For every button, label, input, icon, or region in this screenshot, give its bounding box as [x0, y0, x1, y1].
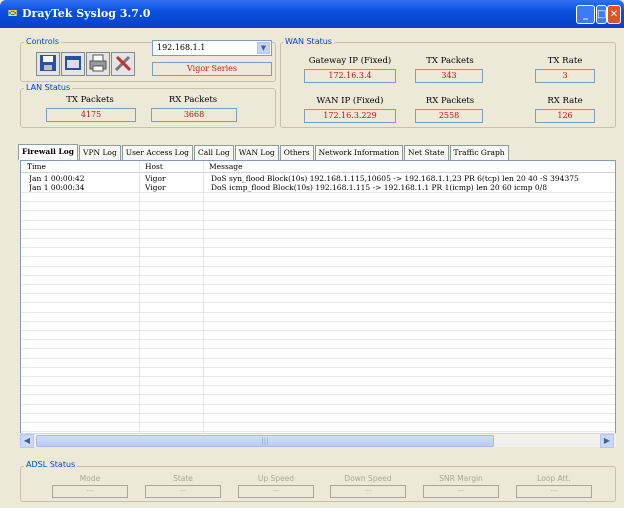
folder-icon[interactable]	[61, 52, 85, 76]
grid-line	[21, 357, 615, 359]
adsl-snr-margin-label: SNR Margin	[439, 474, 483, 483]
grid-line	[21, 201, 615, 203]
rx-rate-value: 126	[535, 109, 595, 123]
adsl-loop-att-label: Loop Att.	[537, 474, 571, 483]
lan-rx-packets-label: RX Packets	[168, 95, 218, 105]
column-header-time[interactable]: Time	[21, 161, 139, 173]
adsl-state-label: State	[173, 474, 193, 483]
scrollbar-thumb[interactable]: |||	[36, 435, 494, 447]
grid-line	[21, 219, 615, 221]
grid-line	[21, 238, 615, 239]
grid-line	[21, 376, 615, 377]
tab-vpn-log[interactable]: VPN Log	[79, 145, 121, 160]
printer-icon[interactable]	[86, 52, 110, 76]
row-2-host: Vigor	[145, 183, 166, 192]
gateway-ip-value: 172.16.3.4	[304, 69, 396, 83]
wan-status-label: WAN Status	[283, 37, 334, 47]
grid-line	[21, 320, 615, 322]
row-1-message: DoS syn_flood Block(10s) 192.168.1.115,1…	[211, 174, 579, 183]
grid-line	[21, 293, 615, 295]
lan-rx-packets-value: 3668	[151, 108, 237, 122]
adsl-mode-value: ---	[52, 485, 128, 498]
adsl-loop-att-value: ---	[516, 485, 592, 498]
scroll-right-icon[interactable]: ▶	[600, 434, 614, 448]
router-select-value: 192.168.1.1	[157, 43, 206, 52]
log-table[interactable]: Time Host Message Jan 1 00:00:42 Vigor D…	[20, 160, 616, 447]
wan-tx-packets-value: 343	[415, 69, 483, 83]
grid-line	[21, 403, 615, 405]
wan-ip-label: WAN IP (Fixed)	[316, 96, 384, 106]
wan-rx-packets-label: RX Packets	[425, 96, 475, 106]
router-select[interactable]: 192.168.1.1 ▼	[152, 40, 272, 56]
adsl-down-speed-label: Down Speed	[344, 474, 392, 483]
grid-line	[21, 394, 615, 396]
adsl-down-speed-value: ---	[330, 485, 406, 498]
adsl-status-label: ADSL Status	[24, 460, 78, 470]
grid-line	[21, 330, 615, 331]
scroll-left-icon[interactable]: ◀	[20, 434, 34, 448]
horizontal-scrollbar[interactable]: ◀ ||| ▶	[20, 433, 616, 448]
controls-label: Controls	[24, 37, 62, 47]
lan-tx-packets-value: 4175	[46, 108, 136, 122]
tab-wan-log[interactable]: WAN Log	[234, 145, 279, 160]
lan-status-label: LAN Status	[24, 83, 73, 93]
rx-rate-label: RX Rate	[547, 96, 583, 106]
column-header-host[interactable]: Host	[139, 161, 203, 173]
tx-rate-label: TX Rate	[547, 56, 583, 66]
grid-line	[21, 302, 615, 304]
save-icon[interactable]	[36, 52, 60, 76]
wan-rx-packets-value: 2558	[415, 109, 483, 123]
close-button[interactable]: ✕	[607, 5, 621, 24]
adsl-up-speed-value: ---	[238, 485, 314, 498]
grid-line	[21, 412, 615, 414]
grid-line	[21, 247, 615, 249]
adsl-state-value: ---	[145, 485, 221, 498]
grid-line	[21, 385, 615, 387]
adsl-snr-margin-value: ---	[423, 485, 499, 498]
grid-line	[21, 348, 615, 350]
row-2-message: DoS icmp_flood Block(10s) 192.168.1.115 …	[211, 183, 547, 192]
minimize-button[interactable]: _	[576, 5, 595, 24]
grid-line	[21, 311, 615, 313]
grid-line	[21, 210, 615, 212]
adsl-mode-label: Mode	[79, 474, 101, 483]
window-title: DrayTek Syslog 3.7.0	[22, 7, 151, 20]
log-tabs: Firewall Log VPN Log User Access Log Call L…	[18, 144, 618, 160]
row-1-time: Jan 1 00:00:42	[29, 174, 85, 183]
grid-line	[21, 339, 615, 341]
grid-line	[21, 422, 615, 423]
row-1-host: Vigor	[145, 174, 166, 183]
tab-network-information[interactable]: Network Information	[314, 145, 404, 160]
tab-net-state[interactable]: Net State	[404, 145, 449, 160]
tab-others[interactable]: Others	[279, 145, 314, 160]
grid-line	[21, 366, 615, 368]
gateway-ip-label: Gateway IP (Fixed)	[308, 56, 392, 66]
chevron-down-icon[interactable]: ▼	[257, 42, 270, 54]
wan-ip-value: 172.16.3.229	[304, 109, 396, 123]
grid-line	[21, 274, 615, 276]
tab-traffic-graph[interactable]: Traffic Graph	[449, 145, 509, 160]
wan-tx-packets-label: TX Packets	[426, 56, 474, 66]
grid-line	[21, 192, 615, 193]
app-icon: ✉	[8, 7, 18, 20]
grid-line	[21, 284, 615, 285]
grid-line	[21, 265, 615, 267]
row-2-time: Jan 1 00:00:34	[29, 183, 85, 192]
tab-call-log[interactable]: Call Log	[193, 145, 234, 160]
router-series: Vigor Series	[152, 62, 272, 76]
settings-icon[interactable]	[111, 52, 135, 76]
tab-firewall-log[interactable]: Firewall Log	[18, 144, 79, 160]
column-header-message[interactable]: Message	[203, 161, 615, 173]
tx-rate-value: 3	[535, 69, 595, 83]
grid-line	[21, 228, 615, 230]
maximize-button[interactable]: □	[596, 5, 607, 24]
grid-line	[21, 256, 615, 258]
lan-tx-packets-label: TX Packets	[66, 95, 114, 105]
adsl-up-speed-label: Up Speed	[257, 474, 295, 483]
tab-user-access-log[interactable]: User Access Log	[121, 145, 193, 160]
